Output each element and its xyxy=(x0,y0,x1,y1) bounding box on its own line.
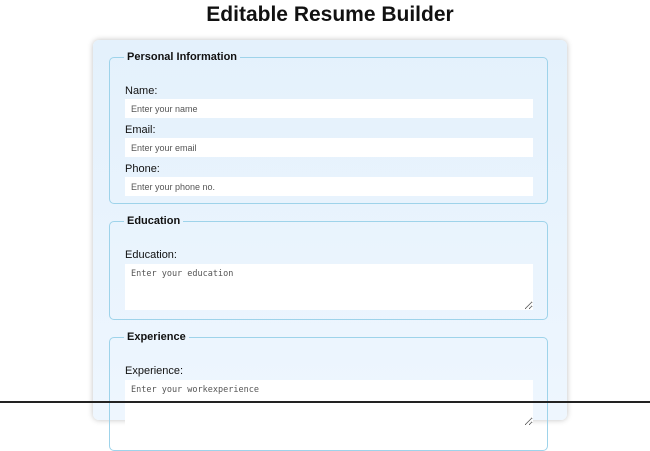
phone-input[interactable] xyxy=(125,177,533,196)
email-input[interactable] xyxy=(125,138,533,157)
education-label: Education: xyxy=(125,249,177,261)
page-title: Editable Resume Builder xyxy=(206,3,454,26)
email-label: Email: xyxy=(125,124,156,136)
resume-form: Personal Information Name: Email: Phone:… xyxy=(93,40,567,451)
experience-section: Experience Experience: xyxy=(109,331,548,451)
name-label: Name: xyxy=(125,85,158,97)
name-input[interactable] xyxy=(125,99,533,118)
experience-legend: Experience xyxy=(127,331,186,343)
personal-info-section: Personal Information Name: Email: Phone: xyxy=(109,51,548,204)
experience-label: Experience: xyxy=(125,365,184,377)
phone-label: Phone: xyxy=(125,163,160,175)
education-section: Education Education: xyxy=(109,215,548,320)
experience-textarea[interactable] xyxy=(125,380,533,426)
education-textarea[interactable] xyxy=(125,264,533,310)
personal-info-legend: Personal Information xyxy=(127,51,238,63)
education-legend: Education xyxy=(127,215,181,227)
